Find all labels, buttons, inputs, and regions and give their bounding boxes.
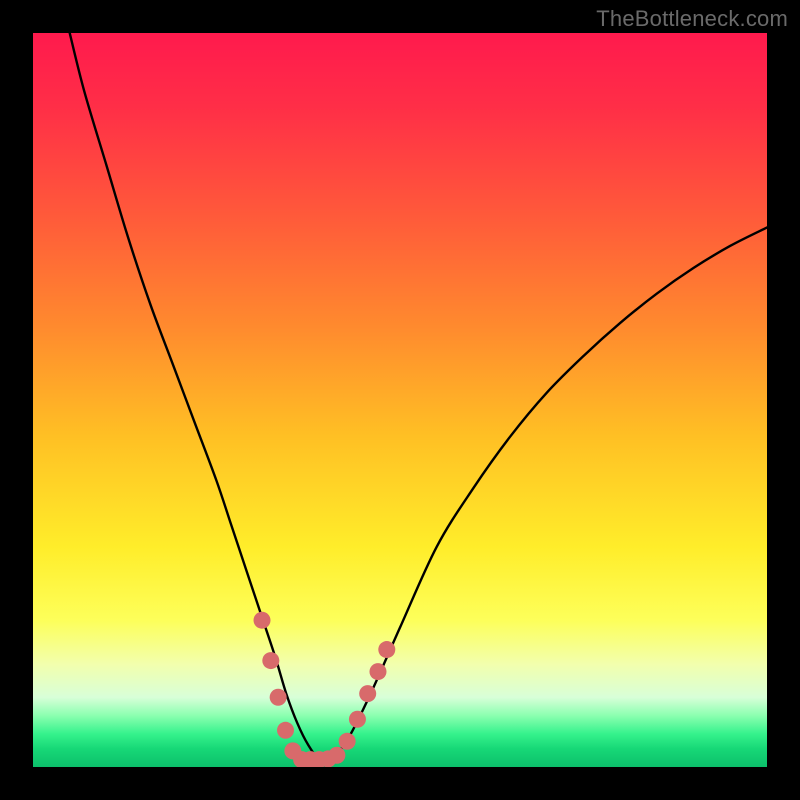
watermark-text: TheBottleneck.com bbox=[596, 6, 788, 32]
curve-marker bbox=[254, 612, 271, 629]
curve-path bbox=[70, 33, 767, 759]
bottleneck-curve bbox=[33, 33, 767, 767]
curve-marker bbox=[378, 641, 395, 658]
curve-marker bbox=[359, 685, 376, 702]
curve-marker bbox=[349, 711, 366, 728]
curve-marker bbox=[277, 722, 294, 739]
curve-marker bbox=[369, 663, 386, 680]
chart-stage: TheBottleneck.com bbox=[0, 0, 800, 800]
curve-marker bbox=[262, 652, 279, 669]
curve-marker bbox=[270, 689, 287, 706]
marker-group bbox=[254, 612, 396, 767]
curve-marker bbox=[328, 747, 345, 764]
plot-area bbox=[33, 33, 767, 767]
curve-marker bbox=[339, 733, 356, 750]
